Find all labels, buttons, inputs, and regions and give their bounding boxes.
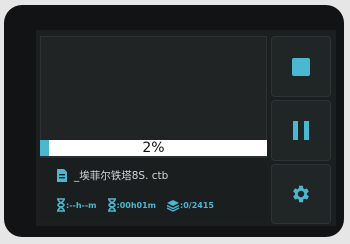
hourglass-icon: [107, 198, 116, 212]
file-name: _埃菲尔铁塔8S. ctb: [74, 170, 169, 182]
print-preview-area: [40, 36, 267, 155]
hourglass-icon: [57, 198, 65, 212]
file-icon: [57, 169, 67, 182]
printer-bezel: 2% _埃菲尔铁塔8S. ctb :--h--m:00h01m:0/2415: [4, 5, 344, 237]
pause-button[interactable]: [271, 100, 331, 161]
file-row: _埃菲尔铁塔8S. ctb: [56, 168, 168, 183]
settings-button[interactable]: [271, 164, 331, 224]
printer-screen: 2% _埃菲尔铁塔8S. ctb :--h--m:00h01m:0/2415: [36, 30, 336, 226]
progress-percent-label: 2%: [142, 140, 165, 156]
elapsed-time: :00h01m: [116, 200, 157, 210]
status-row: :--h--m :00h01m :0/2415: [56, 198, 214, 212]
layers-icon: [166, 199, 180, 212]
remaining-time: :--h--m: [66, 200, 97, 210]
print-progress-bar: 2%: [40, 140, 267, 158]
print-info-panel: _埃菲尔铁塔8S. ctb :--h--m :00h01m :0/2415: [40, 161, 267, 221]
stop-button[interactable]: [271, 36, 331, 97]
layer-count: :0/2415: [180, 200, 214, 210]
stop-icon: [292, 57, 310, 76]
gear-icon: [293, 185, 309, 203]
pause-icon: [293, 121, 309, 140]
